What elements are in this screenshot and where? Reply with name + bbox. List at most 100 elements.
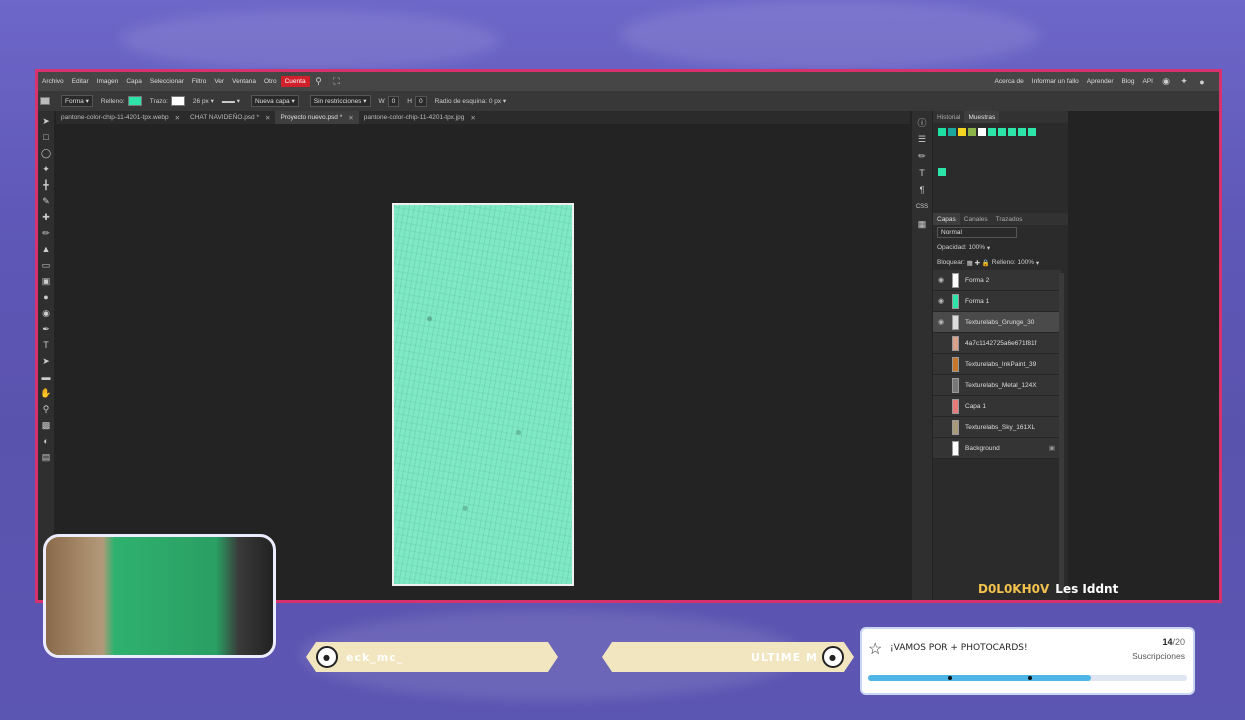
width-input[interactable]: W 0: [379, 95, 400, 107]
shape-tool-icon[interactable]: ▬: [40, 370, 52, 384]
close-icon[interactable]: ✕: [348, 114, 353, 122]
lock-all-icon[interactable]: 🔒: [982, 259, 990, 267]
zoom-tool-icon[interactable]: ⚲: [40, 402, 52, 416]
stroke-size-select[interactable]: 26 px ▾: [193, 97, 214, 106]
gradient-tool-icon[interactable]: ▣: [40, 274, 52, 288]
menu-filtro[interactable]: Filtro: [188, 78, 210, 85]
pen-tool-icon[interactable]: ✒: [40, 322, 52, 336]
doc-tab-active[interactable]: Proyecto nuevo.psd * ✕: [275, 111, 359, 124]
doc-tab[interactable]: pantone-color-chip-11-4201-tpx.webp ✕: [56, 111, 185, 124]
layer-row[interactable]: Background ▣: [933, 438, 1061, 459]
link-informar-fallo[interactable]: Informar un fallo: [1028, 78, 1083, 85]
lasso-tool-icon[interactable]: ◯: [40, 146, 52, 160]
layer-fill-input[interactable]: 100%: [1017, 259, 1034, 266]
layer-row[interactable]: ◉ Texturelabs_Grunge_30: [933, 312, 1061, 333]
character-icon[interactable]: T: [916, 166, 928, 180]
eyedropper-icon[interactable]: ✎: [40, 194, 52, 208]
color-swatch[interactable]: [1028, 128, 1036, 136]
canvas-area[interactable]: [54, 124, 910, 600]
stroke-option[interactable]: Trazo:: [150, 96, 185, 106]
eye-icon[interactable]: ◉: [935, 297, 947, 305]
fullscreen-icon[interactable]: ⛶: [331, 76, 343, 88]
fill-option[interactable]: Relleno:: [101, 96, 142, 106]
crop-tool-icon[interactable]: ╋: [40, 178, 52, 192]
path-select-icon[interactable]: ➤: [40, 354, 52, 368]
stroke-style-select[interactable]: ▬▬ ▾: [222, 97, 240, 105]
dodge-tool-icon[interactable]: ◉: [40, 306, 52, 320]
fill-color-swatch[interactable]: [127, 96, 142, 106]
menu-cuenta[interactable]: Cuenta: [280, 76, 310, 87]
layer-row[interactable]: Texturelabs_Metal_124X: [933, 375, 1061, 396]
properties-icon[interactable]: ☰: [916, 132, 928, 146]
tab-canales[interactable]: Canales: [960, 213, 992, 225]
layer-mode-select[interactable]: Nueva capa ▾: [248, 95, 299, 107]
lock-pixels-icon[interactable]: ▦: [967, 259, 973, 267]
color-swatch[interactable]: [968, 128, 976, 136]
menu-editar[interactable]: Editar: [68, 78, 93, 85]
quick-mask-icon[interactable]: ◐: [40, 434, 52, 448]
facebook-icon[interactable]: ●: [1196, 76, 1208, 88]
opacity-input[interactable]: 100%: [968, 244, 985, 251]
layer-row[interactable]: ◉ Forma 2: [933, 270, 1061, 291]
color-swatch[interactable]: [1008, 128, 1016, 136]
layer-row[interactable]: Texturelabs_InkPaint_39: [933, 354, 1061, 375]
layer-row[interactable]: Texturelabs_Sky_161XL: [933, 417, 1061, 438]
link-acerca-de[interactable]: Acerca de: [991, 78, 1028, 85]
layer-row[interactable]: ◉ Forma 1: [933, 291, 1061, 312]
color-swatch[interactable]: [988, 128, 996, 136]
blend-mode-select[interactable]: Normal: [937, 227, 1017, 238]
close-icon[interactable]: ✕: [175, 114, 180, 122]
menu-ver[interactable]: Ver: [210, 78, 228, 85]
type-tool-icon[interactable]: T: [40, 338, 52, 352]
layer-row[interactable]: 4a7c1142725a6e671f81f: [933, 333, 1061, 354]
link-aprender[interactable]: Aprender: [1083, 78, 1118, 85]
tab-muestras[interactable]: Muestras: [964, 111, 1000, 123]
twitter-icon[interactable]: ✦: [1178, 76, 1190, 88]
eraser-tool-icon[interactable]: ▭: [40, 258, 52, 272]
layer-row[interactable]: Capa 1: [933, 396, 1061, 417]
tab-historial[interactable]: Historial: [933, 111, 964, 123]
menu-otro[interactable]: Otro: [260, 78, 281, 85]
corner-radius-option[interactable]: Radio de esquina: 0 px ▾: [435, 97, 507, 106]
color-swatch[interactable]: [938, 168, 946, 176]
brush-tool-icon[interactable]: ✏: [40, 226, 52, 240]
constraint-select[interactable]: Sin restricciones ▾: [307, 95, 371, 107]
stamp-tool-icon[interactable]: ▲: [40, 242, 52, 256]
magic-wand-icon[interactable]: ✦: [40, 162, 52, 176]
tab-capas[interactable]: Capas: [933, 213, 960, 225]
menu-imagen[interactable]: Imagen: [93, 78, 123, 85]
reddit-icon[interactable]: ◉: [1160, 76, 1172, 88]
hand-tool-icon[interactable]: ✋: [40, 386, 52, 400]
color-swatch[interactable]: [1018, 128, 1026, 136]
color-swap-icon[interactable]: ▩: [40, 418, 52, 432]
height-input[interactable]: H 0: [407, 95, 427, 107]
menu-ventana[interactable]: Ventana: [228, 78, 260, 85]
healing-tool-icon[interactable]: ✚: [40, 210, 52, 224]
close-icon[interactable]: ✕: [265, 114, 270, 122]
link-api[interactable]: API: [1139, 78, 1157, 85]
paragraph-icon[interactable]: ¶: [916, 183, 928, 197]
stroke-color-swatch[interactable]: [170, 96, 185, 106]
color-swatch[interactable]: [948, 128, 956, 136]
image-icon[interactable]: ▦: [916, 217, 928, 231]
color-swatch[interactable]: [978, 128, 986, 136]
marquee-tool-icon[interactable]: □: [40, 130, 52, 144]
doc-tab[interactable]: pantone-color-chip-11-4201-tpx.jpg ✕: [359, 111, 481, 124]
shape-mode-select[interactable]: Forma ▾: [58, 95, 93, 107]
color-swatch[interactable]: [938, 128, 946, 136]
menu-archivo[interactable]: Archivo: [38, 78, 68, 85]
doc-tab[interactable]: CHAT NAVIDEÑO.psd * ✕: [185, 111, 275, 124]
menu-capa[interactable]: Capa: [122, 78, 146, 85]
layers-scrollbar[interactable]: [1059, 273, 1064, 593]
move-tool-icon[interactable]: ➤: [40, 114, 52, 128]
close-icon[interactable]: ✕: [470, 114, 475, 122]
lock-position-icon[interactable]: ✚: [975, 259, 980, 267]
document-canvas[interactable]: [392, 203, 574, 586]
search-icon[interactable]: ⚲: [313, 76, 325, 88]
info-icon[interactable]: ⓘ: [916, 115, 928, 129]
menu-seleccionar[interactable]: Seleccionar: [146, 78, 188, 85]
eye-icon[interactable]: ◉: [935, 318, 947, 326]
tab-trazados[interactable]: Trazados: [992, 213, 1027, 225]
link-blog[interactable]: Blog: [1118, 78, 1139, 85]
screen-mode-icon[interactable]: ▤: [40, 450, 52, 464]
